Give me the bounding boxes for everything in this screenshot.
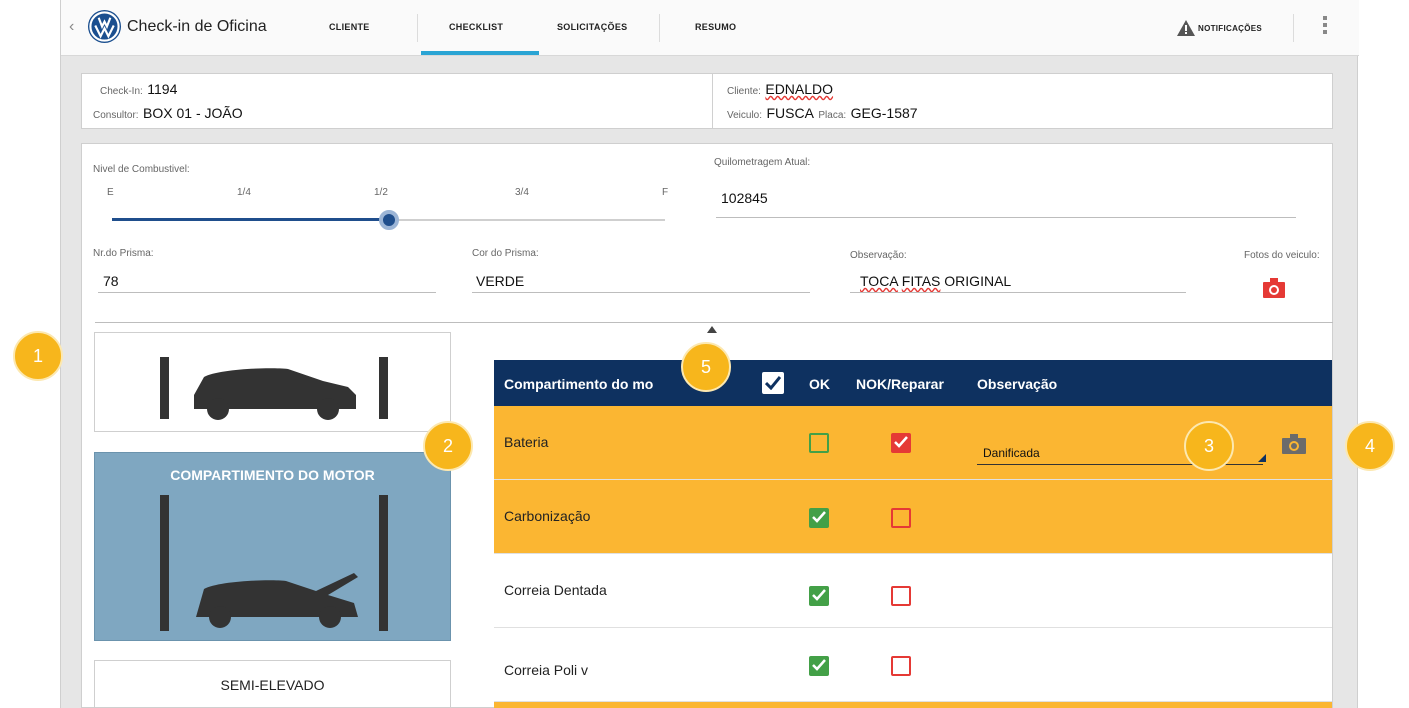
observacao-input[interactable]: TOCA FITAS ORIGINAL [860, 273, 1011, 289]
annotation-badge-4: 4 [1345, 421, 1395, 471]
col-header-ok: OK [809, 376, 830, 392]
section-next-label: SEMI-ELEVADO [220, 677, 325, 693]
table-row[interactable]: Correia Dentada [494, 554, 1332, 628]
tab-solicitacoes[interactable]: SOLICITAÇÕES [557, 22, 627, 32]
car-side-icon [160, 357, 388, 420]
select-all-checkbox[interactable] [762, 372, 784, 394]
dropdown-corner-icon[interactable] [1258, 454, 1266, 462]
tab-resumo[interactable]: RESUMO [695, 22, 736, 32]
fuel-tick-1-2: 1/2 [374, 187, 388, 198]
row-label: Correia Poli v [504, 662, 589, 678]
observacao-label: Observação: [850, 250, 907, 261]
observacao-word: FITAS [901, 273, 941, 289]
next-row-edge [494, 702, 1332, 708]
prisma-underline [98, 292, 436, 293]
row-label: Correia Dentada [504, 582, 607, 598]
section-semi-elevado-card[interactable]: SEMI-ELEVADO [94, 660, 451, 708]
section-elevado-card[interactable] [94, 332, 451, 432]
cliente-label: Cliente: [727, 86, 761, 97]
annotation-badge-3: 3 [1184, 421, 1234, 471]
back-chevron-icon[interactable]: ‹ [69, 18, 74, 36]
tab-checklist[interactable]: CHECKLIST [449, 22, 503, 32]
col-header-nok: NOK/Reparar [856, 376, 944, 392]
row-label: Carbonização [504, 508, 591, 524]
km-underline [716, 217, 1296, 218]
fotos-label: Fotos do veiculo: [1244, 250, 1320, 261]
observacao-word: TOCA [860, 273, 898, 289]
warning-icon[interactable] [1177, 20, 1195, 36]
placa-value: GEG-1587 [850, 105, 918, 121]
observation-select[interactable]: Danificada [983, 446, 1040, 460]
fuel-label: Nivel de Combustivel: [93, 164, 190, 175]
nok-checkbox[interactable] [891, 433, 911, 453]
section-compartimento-motor-card[interactable]: COMPARTIMENTO DO MOTOR [94, 452, 451, 641]
ok-checkbox[interactable] [809, 433, 829, 453]
fuel-tick-f: F [662, 187, 669, 198]
toolbar-divider [1293, 14, 1294, 42]
cor-prisma-label: Cor do Prisma: [472, 248, 539, 259]
info-divider [712, 74, 713, 128]
app-title: Check-in de Oficina [127, 18, 267, 35]
col-header-obs: Observação [977, 376, 1058, 392]
checkin-value: 1194 [147, 81, 178, 97]
placa-label: Placa: [818, 110, 847, 121]
fuel-slider-thumb[interactable] [378, 210, 399, 230]
row-label: Bateria [504, 434, 549, 450]
veiculo-label: Veiculo: [727, 110, 763, 121]
tab-cliente[interactable]: CLIENTE [329, 22, 370, 32]
checkin-label: Check-In: [100, 86, 143, 97]
notifications-button[interactable]: NOTIFICAÇÕES [1198, 24, 1262, 33]
km-label: Quilometragem Atual: [714, 157, 811, 168]
km-input[interactable]: 102845 [721, 190, 768, 206]
annotation-badge-2: 2 [423, 421, 473, 471]
top-bar: ‹ Check-in de Oficina CLIENTE CHECKLIST … [61, 0, 1359, 56]
col-header-item: Compartimento do mo [504, 376, 654, 392]
section-selected-label: COMPARTIMENTO DO MOTOR [170, 467, 375, 483]
car-engine-open-icon [160, 495, 388, 631]
nok-checkbox[interactable] [891, 656, 911, 676]
ok-checkbox[interactable] [809, 586, 829, 606]
prisma-input[interactable]: 78 [103, 273, 119, 289]
table-row[interactable]: Carbonização [494, 480, 1332, 554]
nok-checkbox[interactable] [891, 586, 911, 606]
tab-divider [417, 14, 418, 42]
checklist-table-header: Compartimento do mo OK NOK/Reparar Obser… [494, 360, 1332, 406]
row-camera-icon[interactable] [1282, 434, 1306, 454]
fuel-slider-fill [112, 218, 389, 221]
nok-checkbox[interactable] [891, 508, 911, 528]
fuel-tick-1-4: 1/4 [237, 187, 251, 198]
cliente-value: EDNALDO [765, 81, 834, 97]
observacao-word: ORIGINAL [944, 273, 1012, 289]
vw-logo-icon[interactable] [87, 9, 122, 44]
cor-prisma-underline [472, 292, 810, 293]
ok-checkbox[interactable] [809, 656, 829, 676]
annotation-badge-5: 5 [681, 342, 731, 392]
fuel-tick-e: E [107, 187, 114, 198]
table-row[interactable]: Correia Poli v [494, 628, 1332, 702]
active-tab-indicator [421, 51, 539, 55]
annotation-badge-1: 1 [13, 331, 63, 381]
consultor-value: BOX 01 - JOÃO [143, 105, 243, 121]
cor-prisma-input[interactable]: VERDE [476, 273, 524, 289]
ok-checkbox[interactable] [809, 508, 829, 528]
observacao-underline [850, 292, 1186, 293]
camera-icon[interactable] [1263, 278, 1285, 298]
overflow-menu-icon[interactable] [1323, 16, 1327, 37]
section-divider [95, 322, 1333, 323]
consultor-label: Consultor: [93, 110, 139, 121]
checkin-info-card: Check-In: 1194 Consultor: BOX 01 - JOÃO … [81, 73, 1333, 129]
fuel-tick-3-4: 3/4 [515, 187, 529, 198]
prisma-label: Nr.do Prisma: [93, 248, 154, 259]
collapse-arrow-icon[interactable] [707, 326, 717, 333]
veiculo-value: FUSCA [766, 105, 814, 121]
tab-divider [659, 14, 660, 42]
